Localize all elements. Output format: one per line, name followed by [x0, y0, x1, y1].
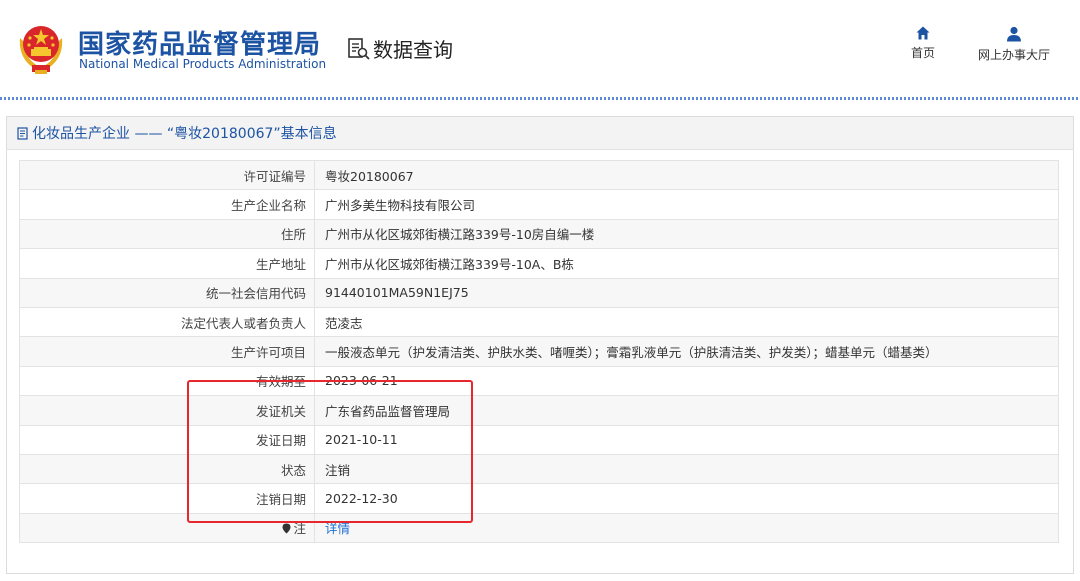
table-row: 住所 广州市从化区城郊街横江路339号-10房自编一楼 — [19, 218, 1059, 250]
info-table: 许可证编号 粤妆20180067 生产企业名称 广州多美生物科技有限公司 住所 … — [19, 159, 1059, 544]
org-name-cn: 国家药品监督管理局 — [78, 30, 322, 60]
note-label: 注 — [293, 521, 306, 537]
document-search-icon — [348, 37, 370, 60]
row-value: 注销 — [314, 453, 1059, 485]
table-row: 生产许可项目 一般液态单元（护发清洁类、护肤水类、啫喱类）；膏霜乳液单元（护肤清… — [19, 336, 1059, 367]
row-label: 有效期至 — [19, 365, 315, 397]
row-label: 注销日期 — [19, 483, 315, 514]
row-value: 广州市从化区城郊街横江路339号-10房自编一楼 — [314, 218, 1059, 250]
section-title: 数据查询 — [373, 38, 453, 62]
row-value: 2021-10-11 — [314, 424, 1059, 455]
row-label: 生产企业名称 — [19, 189, 315, 220]
home-icon — [916, 26, 930, 40]
org-name-en: National Medical Products Administration — [79, 57, 327, 71]
row-value: 广州多美生物科技有限公司 — [314, 189, 1059, 220]
row-label: 许可证编号 — [19, 159, 315, 191]
row-value: 粤妆20180067 — [314, 159, 1059, 191]
row-label: 法定代表人或者负责人 — [19, 306, 315, 338]
nav-home-label: 首页 — [910, 46, 935, 60]
row-value: 2023-06-21 — [314, 365, 1059, 397]
table-row: 生产地址 广州市从化区城郊街横江路339号-10A、B栋 — [19, 248, 1059, 279]
nav-home[interactable]: 首页 — [906, 26, 940, 61]
row-label: 发证日期 — [19, 424, 315, 455]
row-label: 住所 — [19, 218, 315, 250]
table-row: 许可证编号 粤妆20180067 — [19, 159, 1059, 191]
table-row: 生产企业名称 广州多美生物科技有限公司 — [19, 189, 1059, 220]
nav-online-service-hall[interactable]: 网上办事大厅 — [968, 26, 1060, 63]
table-row: 注销日期 2022-12-30 — [19, 483, 1059, 514]
row-label: 生产许可项目 — [19, 336, 315, 367]
note-label-cell: 注 — [19, 512, 315, 544]
table-row: 发证机关 广东省药品监督管理局 — [19, 395, 1059, 426]
user-icon — [1007, 26, 1021, 42]
table-row: 统一社会信用代码 91440101MA59N1EJ75 — [19, 277, 1059, 308]
row-label: 发证机关 — [19, 395, 315, 426]
table-row: 法定代表人或者负责人 范凌志 — [19, 306, 1059, 338]
row-value: 广州市从化区城郊街横江路339号-10A、B栋 — [314, 248, 1059, 279]
row-value: 2022-12-30 — [314, 483, 1059, 514]
details-link[interactable]: 详情 — [314, 512, 1059, 544]
row-label: 统一社会信用代码 — [19, 277, 315, 308]
row-value: 范凌志 — [314, 306, 1059, 338]
info-panel: 化妆品生产企业 —— “粤妆20180067”基本信息 许可证编号 粤妆2018… — [6, 116, 1074, 574]
row-value: 一般液态单元（护发清洁类、护肤水类、啫喱类）；膏霜乳液单元（护肤清洁类、护发类）… — [314, 336, 1059, 367]
row-label: 状态 — [19, 453, 315, 485]
table-row: 发证日期 2021-10-11 — [19, 424, 1059, 455]
header-divider — [0, 97, 1080, 100]
row-label: 生产地址 — [19, 248, 315, 279]
data-query-title: 数据查询 — [347, 34, 453, 63]
table-row: 有效期至 2023-06-21 — [19, 365, 1059, 397]
table-row: 状态 注销 — [19, 453, 1059, 485]
site-header: 国家药品监督管理局 National Medical Products Admi… — [0, 0, 1080, 96]
table-row: 注 详情 — [19, 512, 1059, 544]
national-emblem-icon — [19, 26, 63, 74]
document-icon — [17, 126, 28, 140]
row-value: 91440101MA59N1EJ75 — [314, 277, 1059, 308]
panel-header: 化妆品生产企业 —— “粤妆20180067”基本信息 — [7, 117, 1073, 150]
row-value: 广东省药品监督管理局 — [314, 395, 1059, 426]
pin-icon — [282, 523, 291, 534]
nav-hall-label: 网上办事大厅 — [977, 48, 1050, 62]
panel-title: 化妆品生产企业 —— “粤妆20180067”基本信息 — [32, 126, 337, 142]
